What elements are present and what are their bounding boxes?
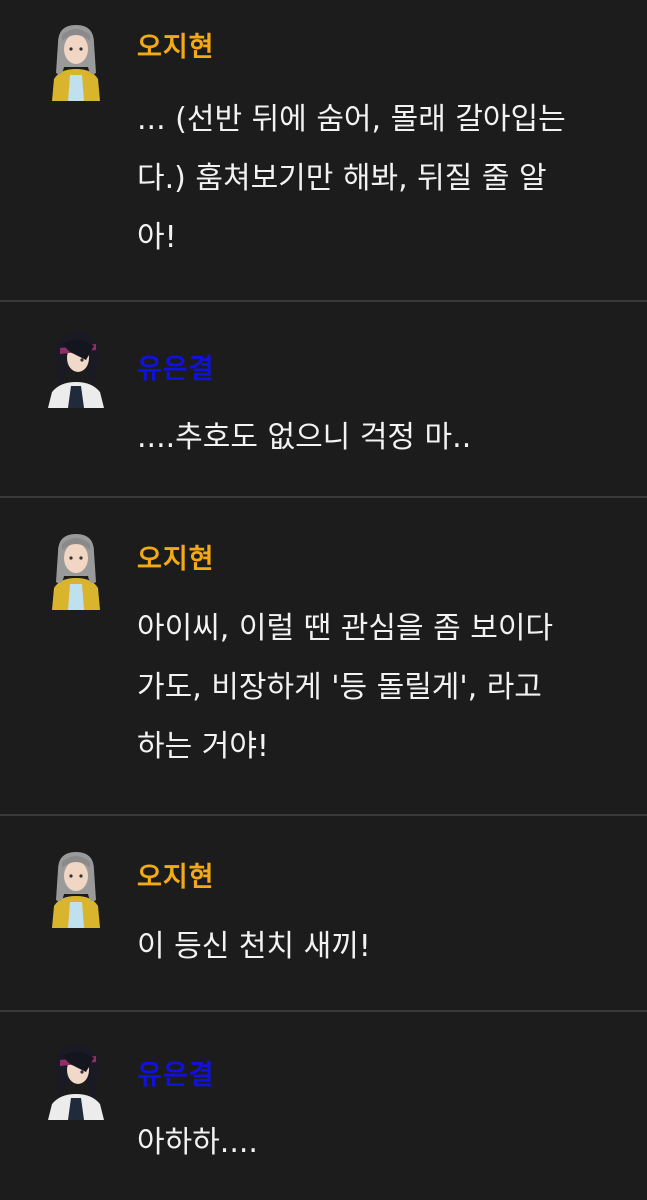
grey-haired-character-avatar-icon — [44, 23, 108, 101]
message-line: 다.) 훔쳐보기만 해봐, 뒤질 줄 알 — [137, 161, 547, 196]
message-line: 아! — [137, 220, 177, 255]
chat-message: 유은결 ....추호도 없으니 걱정 마.. — [0, 302, 647, 496]
message-text: ....추호도 없으니 걱정 마.. — [137, 408, 617, 467]
message-line: 이 등신 천치 새끼! — [137, 929, 371, 964]
dark-haired-character-avatar-icon — [44, 330, 108, 408]
message-text: 아하하.... — [137, 1113, 617, 1172]
message-line: ....추호도 없으니 걱정 마.. — [137, 420, 472, 455]
speaker-name: 오지현 — [137, 544, 215, 575]
message-line: 하는 거야! — [137, 729, 269, 764]
message-line: 가도, 비장하게 '등 돌릴게', 라고 — [137, 670, 542, 705]
speaker-name: 오지현 — [137, 32, 215, 63]
message-text: 이 등신 천치 새끼! — [137, 917, 617, 976]
message-line: ... (선반 뒤에 숨어, 몰래 갈아입는 — [137, 102, 566, 137]
dark-haired-character-avatar-icon — [44, 1042, 108, 1120]
chat-message: 오지현 ... (선반 뒤에 숨어, 몰래 갈아입는다.) 훔쳐보기만 해봐, … — [0, 0, 647, 300]
chat-message: 오지현 이 등신 천치 새끼! — [0, 816, 647, 1010]
speaker-name: 유은결 — [137, 354, 215, 385]
speaker-name: 오지현 — [137, 862, 215, 893]
chat-message: 오지현 아이씨, 이럴 땐 관심을 좀 보이다가도, 비장하게 '등 돌릴게',… — [0, 498, 647, 814]
speaker-name: 유은결 — [137, 1060, 215, 1091]
chat-message: 유은결 아하하.... — [0, 1012, 647, 1200]
grey-haired-character-avatar-icon — [44, 532, 108, 610]
message-line: 아이씨, 이럴 땐 관심을 좀 보이다 — [137, 611, 554, 646]
message-text: ... (선반 뒤에 숨어, 몰래 갈아입는다.) 훔쳐보기만 해봐, 뒤질 줄… — [137, 90, 617, 267]
grey-haired-character-avatar-icon — [44, 850, 108, 928]
message-line: 아하하.... — [137, 1125, 258, 1160]
message-text: 아이씨, 이럴 땐 관심을 좀 보이다가도, 비장하게 '등 돌릴게', 라고하… — [137, 599, 617, 776]
